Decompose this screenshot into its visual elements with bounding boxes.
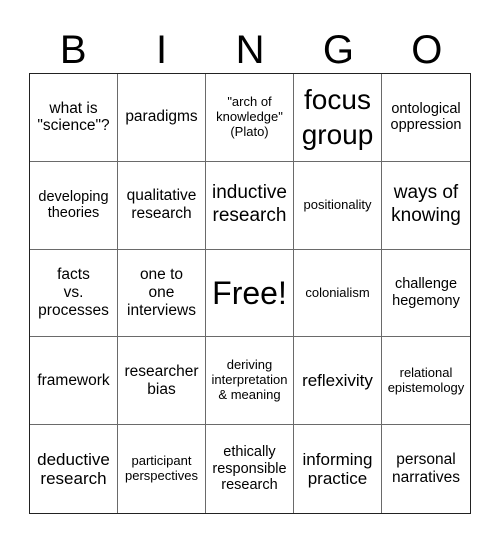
bingo-cell[interactable]: what is "science"? (30, 74, 118, 162)
bingo-cell[interactable]: framework (30, 337, 118, 426)
bingo-cell-label: relational epistemology (387, 364, 465, 395)
bingo-cell-label: Free! (212, 274, 287, 311)
bingo-cell[interactable]: developing theories (30, 161, 118, 250)
bingo-cell-label: researcher bias (124, 362, 199, 398)
bingo-cell[interactable]: colonialism (294, 249, 382, 338)
header-letter-i: I (156, 28, 168, 72)
bingo-cell-label: inductive research (212, 182, 287, 227)
bingo-cell[interactable]: "arch of knowledge" (Plato) (206, 74, 294, 162)
bingo-cell[interactable]: qualitative research (118, 161, 206, 250)
bingo-cell-label: challenge hegemony (392, 276, 460, 309)
bingo-cell-label: participant perspectives (125, 453, 198, 484)
bingo-cell-label: focus group (301, 84, 374, 151)
bingo-cell-label: deductive research (37, 449, 110, 489)
header-letter-b: B (59, 28, 87, 72)
header-letter-g: G (322, 28, 354, 72)
bingo-cell[interactable]: challenge hegemony (382, 250, 470, 338)
bingo-cell-label: informing practice (302, 449, 373, 489)
bingo-header: B I N G O (29, 28, 471, 73)
header-letter-n: N (235, 28, 265, 72)
bingo-cell-label: developing theories (38, 188, 109, 222)
bingo-cell-label: colonialism (305, 284, 370, 300)
bingo-cell[interactable]: deductive research (30, 425, 118, 513)
bingo-cell[interactable]: deriving interpretation & meaning (206, 337, 294, 426)
bingo-cell-label: personal narratives (391, 451, 461, 487)
bingo-cell[interactable]: informing practice (294, 425, 382, 513)
bingo-cell[interactable]: relational epistemology (382, 337, 470, 426)
bingo-cell[interactable]: facts vs. processes (30, 249, 118, 338)
bingo-cell[interactable]: ways of knowing (382, 162, 470, 250)
bingo-cell-label: one to one interviews (127, 266, 196, 319)
bingo-cell[interactable]: ethically responsible research (206, 425, 294, 513)
bingo-cell[interactable]: paradigms (118, 74, 206, 162)
bingo-cell[interactable]: positionality (294, 161, 382, 250)
bingo-cell-label: ethically responsible research (212, 444, 287, 494)
bingo-cell-free-space[interactable]: Free! (206, 249, 294, 338)
bingo-cell[interactable]: ontological oppression (382, 74, 470, 162)
bingo-cell[interactable]: personal narratives (382, 425, 470, 513)
bingo-cell[interactable]: inductive research (206, 161, 294, 250)
bingo-cell[interactable]: focus group (294, 74, 382, 162)
bingo-cell-label: paradigms (125, 108, 198, 126)
bingo-cell-label: positionality (303, 196, 372, 212)
header-letter-o: O (411, 28, 443, 72)
bingo-cell[interactable]: reflexivity (294, 337, 382, 426)
bingo-cell-label: "arch of knowledge" (Plato) (216, 93, 283, 139)
bingo-cell-label: what is "science"? (37, 99, 110, 135)
bingo-grid: what is "science"? paradigms "arch of know… (29, 73, 471, 514)
bingo-cell-label: framework (37, 371, 110, 389)
bingo-cell-label: qualitative research (126, 187, 197, 223)
bingo-cell-label: ontological oppression (390, 100, 462, 134)
bingo-cell-label: ways of knowing (391, 182, 461, 227)
bingo-cell[interactable]: researcher bias (118, 337, 206, 426)
bingo-cell-label: reflexivity (302, 371, 373, 391)
bingo-cell-label: facts vs. processes (38, 266, 109, 319)
bingo-cell-label: deriving interpretation & meaning (211, 357, 288, 403)
bingo-cell[interactable]: one to one interviews (118, 249, 206, 338)
bingo-cell[interactable]: participant perspectives (118, 425, 206, 513)
